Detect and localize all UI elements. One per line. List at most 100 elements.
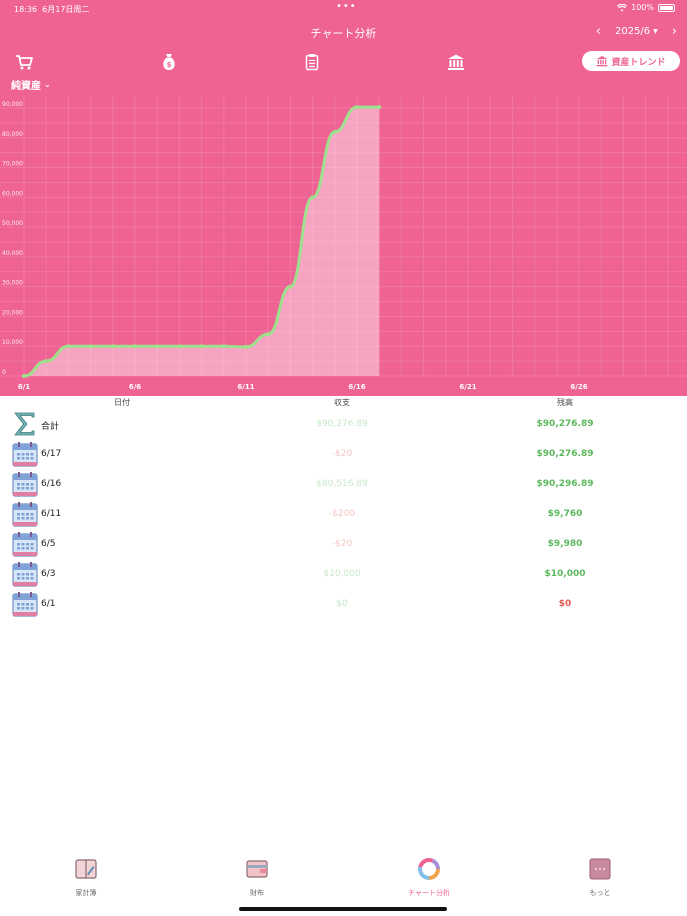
total-balance: $90,276.89 xyxy=(536,419,594,429)
list-item[interactable]: 6/5 -$20 $9,980 xyxy=(0,529,687,559)
pie-chart-icon xyxy=(418,858,440,880)
data-point xyxy=(332,129,337,134)
status-bar: 18:36 6月17日周二 ••• 100% xyxy=(0,0,687,16)
status-time: 18:36 6月17日周二 xyxy=(14,5,90,14)
tab-chart-analysis[interactable]: チャート分析 xyxy=(384,858,474,898)
net-assets-chart: 0 10,000 20,000 30,000 40,000 50,000 60,000 70,… xyxy=(0,96,687,391)
y-tick-label: 40,000 xyxy=(2,250,23,257)
sigma-icon xyxy=(14,412,35,436)
row-flow: -$20 xyxy=(331,449,353,459)
book-icon xyxy=(75,859,97,879)
data-point xyxy=(377,105,382,110)
x-tick-label: 6/1 xyxy=(18,383,30,391)
row-balance: $9,760 xyxy=(547,509,583,519)
header-date: 日付 xyxy=(114,398,130,407)
battery-percent: 100% xyxy=(631,3,654,12)
bank-icon[interactable] xyxy=(447,53,465,71)
chevron-down-icon: ⌄ xyxy=(44,80,51,89)
data-point xyxy=(177,344,182,349)
net-assets-selector[interactable]: 純資産 ⌄ xyxy=(11,77,51,92)
data-point xyxy=(199,344,204,349)
table-header: 日付 収支 残高 xyxy=(0,396,687,408)
data-point xyxy=(244,344,248,349)
calendar-icon xyxy=(12,532,38,557)
row-date: 6/11 xyxy=(41,509,62,519)
home-indicator xyxy=(239,907,447,911)
data-point xyxy=(355,105,359,110)
summary-table: 合計 $90,276.89 $90,276.89 6/17 -$20 $90,276… xyxy=(0,409,687,619)
y-tick-label: 70,000 xyxy=(2,161,23,168)
asset-trend-button[interactable]: 資産トレンド xyxy=(582,51,680,71)
tab-label: もっと xyxy=(589,889,611,897)
tab-label: チャート分析 xyxy=(408,889,450,897)
multitask-dots[interactable]: ••• xyxy=(336,1,357,12)
clipboard-icon[interactable] xyxy=(303,53,321,71)
money-bag-icon[interactable]: $ xyxy=(160,53,178,71)
tab-household-book[interactable]: 家計簿 xyxy=(41,858,131,898)
list-item[interactable]: 6/17 -$20 $90,276.89 xyxy=(0,439,687,469)
calendar-icon xyxy=(12,472,38,497)
cart-icon[interactable] xyxy=(15,53,33,71)
row-date: 6/5 xyxy=(41,539,56,549)
data-point xyxy=(110,344,115,349)
month-picker[interactable]: 2025/6 ▼ xyxy=(615,26,658,37)
row-flow: -$200 xyxy=(328,509,356,519)
calendar-icon xyxy=(12,592,38,617)
page-title: チャート分析 xyxy=(310,27,377,40)
row-balance: $90,276.89 xyxy=(536,449,594,459)
calendar-icon xyxy=(12,442,38,467)
x-tick-label: 6/26 xyxy=(570,383,587,391)
row-balance: $0 xyxy=(558,599,572,609)
wallet-icon xyxy=(246,860,268,878)
y-tick-label: 10,000 xyxy=(2,339,23,346)
row-flow: -$20 xyxy=(331,539,353,549)
row-balance: $90,296.89 xyxy=(536,479,594,489)
row-date: 6/17 xyxy=(41,449,62,459)
chevron-right-icon[interactable]: › xyxy=(672,25,677,38)
tab-label: 家計簿 xyxy=(75,889,97,897)
battery-icon xyxy=(658,3,675,12)
chevron-left-icon[interactable]: ‹ xyxy=(596,25,601,38)
data-point xyxy=(44,359,49,364)
x-tick-label: 6/16 xyxy=(348,383,365,391)
data-point xyxy=(155,344,160,349)
y-tick-label: 90,000 xyxy=(2,101,23,108)
y-tick-label: 20,000 xyxy=(2,309,23,316)
data-point xyxy=(221,344,226,349)
y-tick-label: 50,000 xyxy=(2,220,23,227)
list-item[interactable]: 6/1 $0 $0 xyxy=(0,589,687,619)
header-balance: 残高 xyxy=(557,398,573,407)
row-date: 6/1 xyxy=(41,599,56,609)
data-point xyxy=(88,344,93,349)
asset-trend-label: 資産トレンド xyxy=(611,57,666,68)
list-item[interactable]: 6/16 $80,516.89 $90,296.89 xyxy=(0,469,687,499)
header-flow: 収支 xyxy=(334,398,350,407)
data-point xyxy=(288,284,293,289)
list-item[interactable]: 6/11 -$200 $9,760 xyxy=(0,499,687,529)
x-tick-label: 6/6 xyxy=(129,383,141,391)
tab-more[interactable]: もっと xyxy=(555,858,645,898)
selector-label: 純資産 xyxy=(11,81,41,92)
data-point xyxy=(133,344,137,349)
list-item[interactable]: 6/3 $10,000 $10,000 xyxy=(0,559,687,589)
calendar-icon xyxy=(12,502,38,527)
row-balance: $9,980 xyxy=(547,539,583,549)
data-point xyxy=(266,332,271,337)
data-point xyxy=(310,195,315,200)
row-balance: $10,000 xyxy=(544,569,586,579)
data-point xyxy=(22,374,26,378)
tab-wallet[interactable]: 財布 xyxy=(212,858,302,898)
tab-label: 財布 xyxy=(250,889,264,897)
more-icon xyxy=(589,858,611,880)
month-navigator: ‹ 2025/6 ▼ › xyxy=(596,25,677,38)
caret-down-icon: ▼ xyxy=(653,28,658,35)
bank-icon xyxy=(597,56,608,67)
svg-text:$: $ xyxy=(167,61,172,69)
row-date: 6/3 xyxy=(41,569,56,579)
y-tick-label: 0 xyxy=(2,369,6,376)
total-row[interactable]: 合計 $90,276.89 $90,276.89 xyxy=(0,409,687,439)
row-flow: $10,000 xyxy=(323,569,361,579)
total-label: 合計 xyxy=(41,422,60,432)
wifi-icon xyxy=(617,3,628,11)
row-date: 6/16 xyxy=(41,479,62,489)
